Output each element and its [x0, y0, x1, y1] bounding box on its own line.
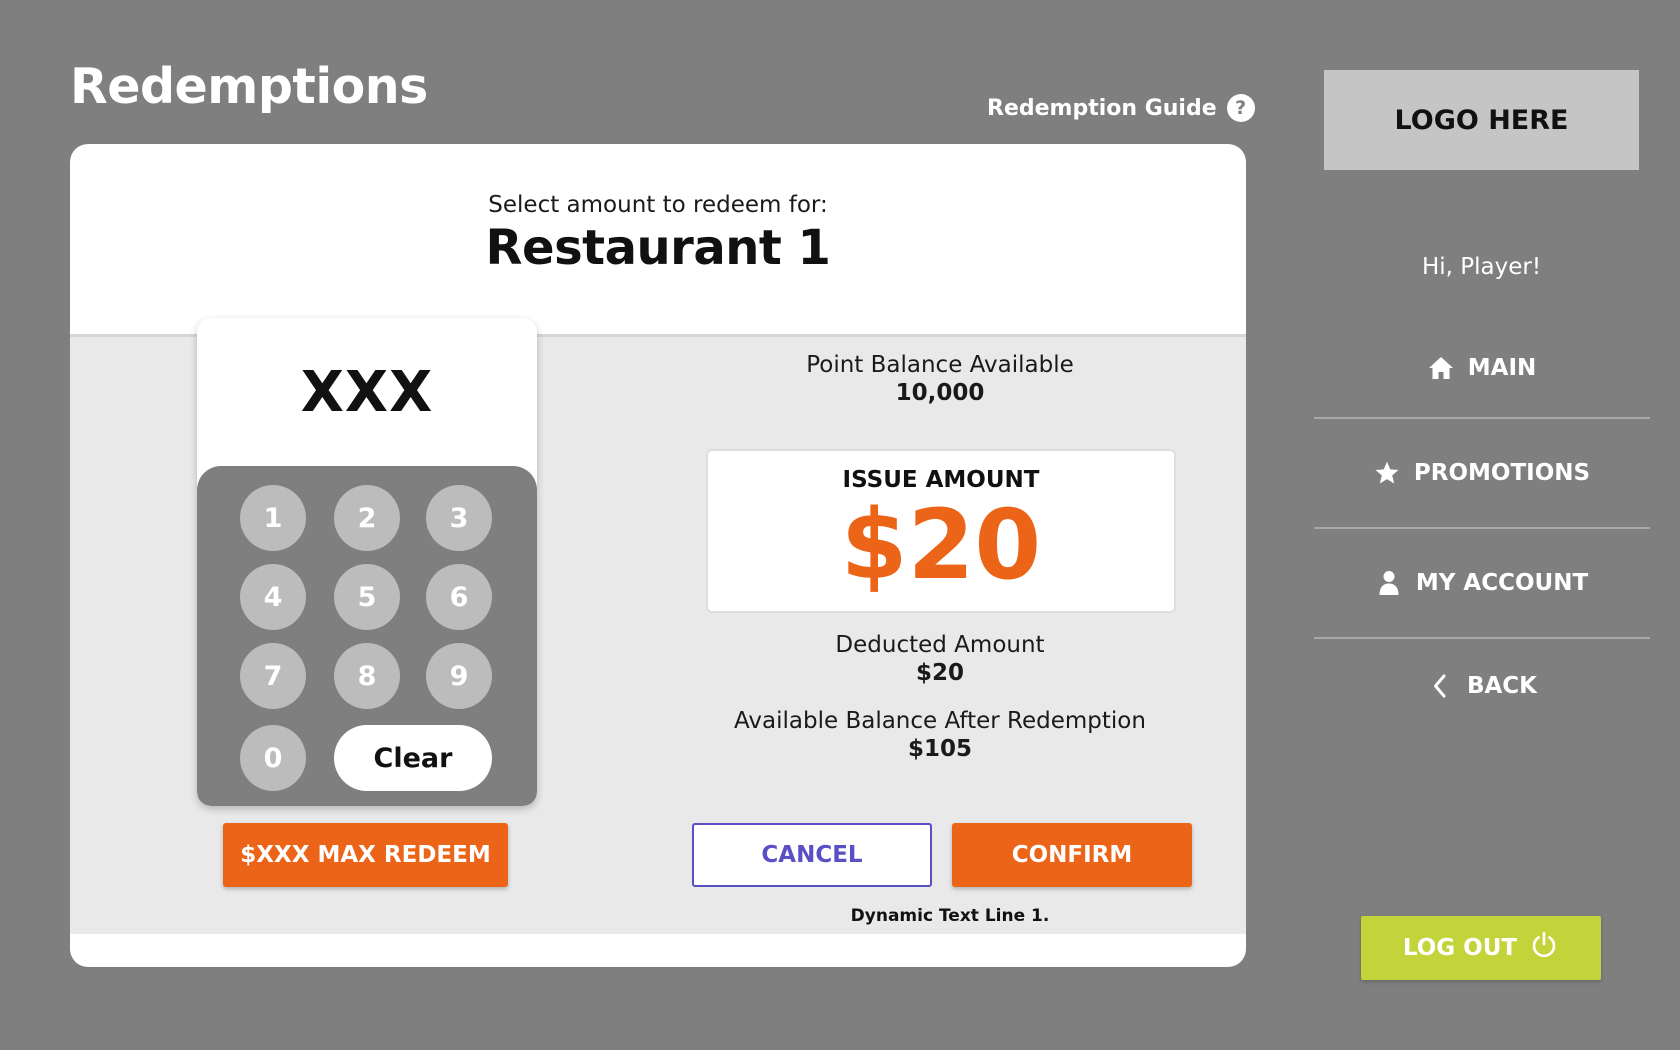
nav-item-back[interactable]: BACK [1314, 670, 1650, 702]
balance-after-label: Available Balance After Redemption [734, 708, 1146, 734]
deducted-amount-label: Deducted Amount [835, 632, 1045, 658]
balance-after-redemption: Available Balance After Redemption $105 [640, 708, 1240, 762]
issue-amount-value: $20 [840, 489, 1042, 601]
user-icon [1376, 570, 1402, 596]
nav-item-label: MAIN [1467, 355, 1537, 381]
nav-item-my-account[interactable]: MY ACCOUNT [1314, 567, 1650, 599]
keypad-grid: 1 2 3 4 5 6 7 8 9 0 Clear [197, 466, 537, 806]
cancel-button[interactable]: CANCEL [692, 823, 932, 887]
home-icon [1428, 355, 1454, 381]
chevron-left-icon [1427, 673, 1453, 699]
clear-button[interactable]: Clear [334, 725, 492, 791]
key-5[interactable]: 5 [334, 564, 400, 630]
redemptions-screen: Redemptions Redemption Guide ? Select am… [0, 0, 1680, 1050]
logout-label: LOG OUT [1402, 935, 1518, 961]
deducted-amount: Deducted Amount $20 [640, 632, 1240, 686]
key-9[interactable]: 9 [426, 643, 492, 709]
key-2[interactable]: 2 [334, 485, 400, 551]
point-balance-value: 10,000 [895, 380, 985, 406]
logo-placeholder: LOGO HERE [1324, 70, 1639, 170]
point-balance: Point Balance Available 10,000 [640, 352, 1240, 406]
nav-divider [1314, 527, 1650, 529]
point-balance-label: Point Balance Available [806, 352, 1074, 378]
nav-item-main[interactable]: MAIN [1314, 352, 1650, 384]
issue-amount-box: ISSUE AMOUNT $20 [706, 449, 1176, 613]
power-icon [1529, 930, 1559, 966]
keypad-display: XXX [300, 359, 434, 425]
nav-item-promotions[interactable]: PROMOTIONS [1314, 457, 1650, 489]
star-icon [1374, 460, 1400, 486]
redemption-guide-label: Redemption Guide [987, 95, 1217, 121]
key-7[interactable]: 7 [240, 643, 306, 709]
nav-item-label: PROMOTIONS [1413, 460, 1591, 486]
logout-button[interactable]: LOG OUT [1361, 916, 1601, 980]
balance-after-value: $105 [907, 736, 972, 762]
key-0[interactable]: 0 [240, 725, 306, 791]
max-redeem-button[interactable]: $XXX MAX REDEEM [223, 823, 508, 887]
key-1[interactable]: 1 [240, 485, 306, 551]
venue-title: Restaurant 1 [485, 220, 831, 276]
nav-divider [1314, 637, 1650, 639]
card-header: Select amount to redeem for: Restaurant … [70, 192, 1246, 276]
key-4[interactable]: 4 [240, 564, 306, 630]
dynamic-text: Dynamic Text Line 1. [850, 906, 1050, 926]
nav-divider [1314, 417, 1650, 419]
keypad: XXX 1 2 3 4 5 6 7 8 9 0 Clear [197, 318, 537, 806]
key-8[interactable]: 8 [334, 643, 400, 709]
nav-item-label: MY ACCOUNT [1415, 570, 1589, 596]
nav-item-label: BACK [1466, 673, 1538, 699]
card-subtitle: Select amount to redeem for: [488, 192, 828, 218]
confirm-button[interactable]: CONFIRM [952, 823, 1192, 887]
redemption-guide-link[interactable]: Redemption Guide ? [987, 93, 1255, 123]
greeting: Hi, Player! [1421, 254, 1542, 280]
key-6[interactable]: 6 [426, 564, 492, 630]
help-circle-icon: ? [1226, 94, 1255, 122]
key-3[interactable]: 3 [426, 485, 492, 551]
page-title: Redemptions [70, 58, 428, 115]
deducted-amount-value: $20 [915, 660, 964, 686]
